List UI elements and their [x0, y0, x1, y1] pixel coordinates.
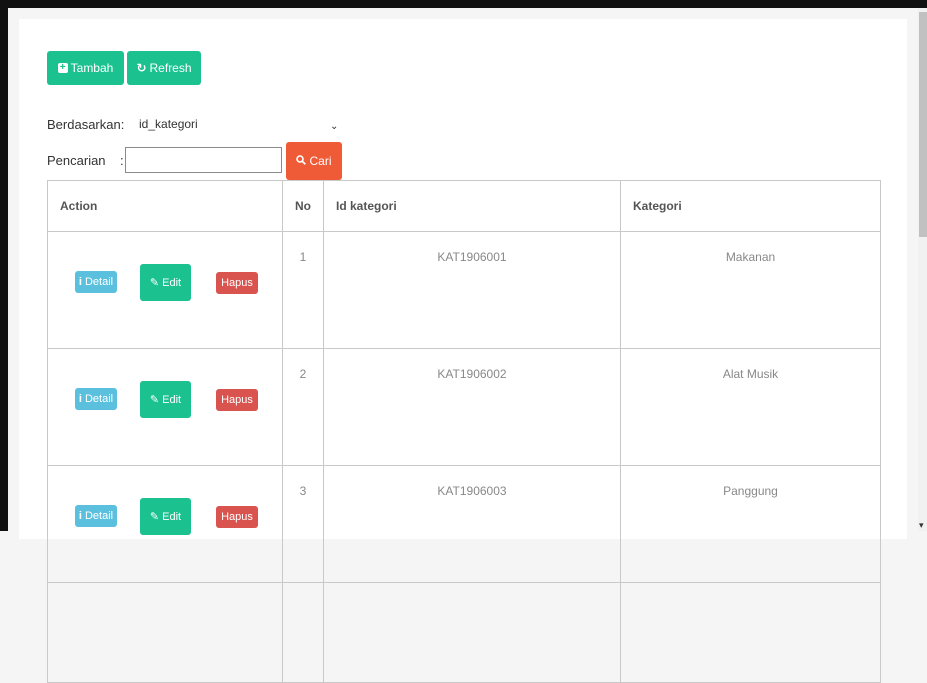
info-icon: i [78, 276, 82, 288]
category-name: Alat Musik [620, 348, 881, 466]
category-name: Makanan [620, 231, 881, 349]
detail-button[interactable]: i Detail [75, 505, 117, 527]
edit-button-label: Edit [162, 276, 182, 289]
table-header-row: Action No Id kategori Kategori [47, 180, 881, 232]
add-button-label: Tambah [70, 61, 114, 75]
column-header-id-kategori: Id kategori [323, 180, 621, 232]
search-button-label: Cari [309, 154, 332, 168]
column-header-action: Action [47, 180, 283, 232]
action-cell: i Detail ✎ Edit Hapus [47, 348, 283, 466]
action-cell: i Detail ✎ Edit Hapus [47, 231, 283, 349]
delete-button-label: Hapus [221, 277, 253, 289]
detail-button[interactable]: i Detail [75, 388, 117, 410]
refresh-button-label: Refresh [149, 61, 192, 75]
edit-button-label: Edit [162, 393, 182, 406]
category-table: Action No Id kategori Kategori i Detail ✎… [47, 180, 881, 683]
refresh-icon: ↻ [136, 61, 147, 75]
search-label: Pencarian [47, 153, 106, 168]
table-row: i Detail ✎ Edit Hapus 1 KAT1906001 Makanan [47, 231, 881, 349]
delete-button[interactable]: Hapus [216, 506, 258, 528]
detail-button-label: Detail [84, 393, 114, 405]
edit-button-label: Edit [162, 510, 182, 523]
table-row: i Detail ✎ Edit Hapus 3 KAT1906003 Panggun… [47, 465, 881, 583]
delete-button[interactable]: Hapus [216, 389, 258, 411]
category-id [323, 582, 621, 683]
category-id: KAT1906002 [323, 348, 621, 466]
detail-button[interactable]: i Detail [75, 271, 117, 293]
scrollbar-thumb[interactable] [919, 12, 927, 237]
info-icon: i [78, 510, 82, 522]
edit-button[interactable]: ✎ Edit [140, 498, 191, 535]
row-number: 1 [282, 231, 324, 349]
edit-icon: ✎ [149, 277, 160, 289]
detail-button-label: Detail [84, 276, 114, 288]
edit-button[interactable]: ✎ Edit [140, 381, 191, 418]
refresh-button[interactable]: ↻ Refresh [127, 51, 201, 85]
table-row [47, 582, 881, 683]
delete-button-label: Hapus [221, 394, 253, 406]
row-number: 3 [282, 465, 324, 583]
detail-button-label: Detail [84, 510, 114, 522]
search-icon [296, 154, 307, 168]
filter-field-select[interactable]: id_kategori [139, 117, 198, 131]
row-number: 2 [282, 348, 324, 466]
table-row: i Detail ✎ Edit Hapus 2 KAT1906002 Alat Mu… [47, 348, 881, 466]
edit-icon: ✎ [149, 394, 160, 406]
add-button[interactable]: + Tambah [47, 51, 124, 85]
plus-square-icon: + [57, 63, 68, 73]
chevron-down-icon[interactable]: ⌄ [330, 121, 338, 132]
column-header-no: No [282, 180, 324, 232]
search-button[interactable]: Cari [286, 142, 342, 180]
category-name [620, 582, 881, 683]
window-frame-left [0, 0, 8, 531]
search-separator: : [120, 153, 124, 168]
filter-by-label: Berdasarkan: [47, 117, 125, 132]
action-cell: i Detail ✎ Edit Hapus [47, 465, 283, 583]
scroll-down-arrow[interactable]: ▾ [919, 520, 924, 531]
delete-button-label: Hapus [221, 511, 253, 523]
row-number [282, 582, 324, 683]
edit-icon: ✎ [149, 511, 160, 523]
action-cell [47, 582, 283, 683]
edit-button[interactable]: ✎ Edit [140, 264, 191, 301]
info-icon: i [78, 393, 82, 405]
window-frame-top [0, 0, 927, 8]
column-header-kategori: Kategori [620, 180, 881, 232]
search-input[interactable] [125, 147, 282, 173]
delete-button[interactable]: Hapus [216, 272, 258, 294]
category-id: KAT1906001 [323, 231, 621, 349]
category-name: Panggung [620, 465, 881, 583]
category-id: KAT1906003 [323, 465, 621, 583]
